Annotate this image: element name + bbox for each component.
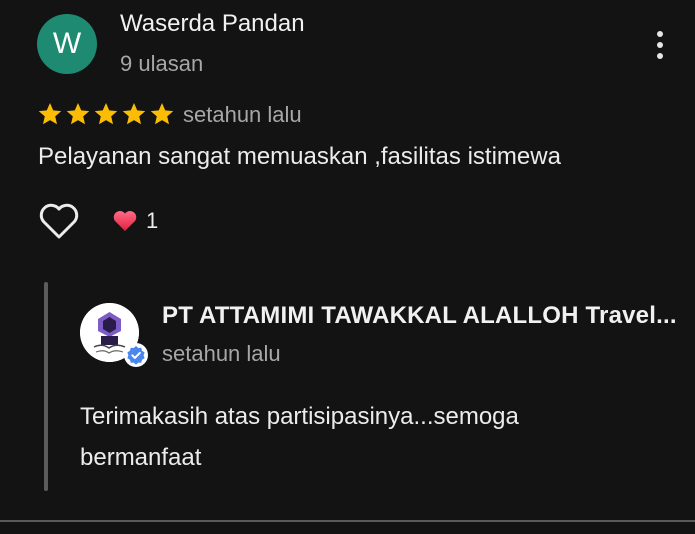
reviewer-name[interactable]: Waserda Pandan <box>120 10 305 38</box>
reaction-count: 1 <box>146 208 159 233</box>
heart-outline-icon <box>39 203 79 239</box>
owner-name[interactable]: PT ATTAMIMI TAWAKKAL ALALLOH Travel... <box>162 302 677 330</box>
reviewer-review-count: 9 ulasan <box>120 51 204 76</box>
heart-filled-icon <box>113 211 137 231</box>
reviewer-avatar[interactable]: W <box>37 14 97 74</box>
more-vertical-icon <box>657 31 663 37</box>
like-button[interactable] <box>38 201 80 241</box>
reply-text-line: Terimakasih atas partisipasinya...semoga <box>80 403 519 430</box>
more-vertical-icon-dot <box>657 42 663 48</box>
star-icon <box>38 102 62 125</box>
reviewer-avatar-letter: W <box>52 27 82 60</box>
star-icon <box>94 102 118 125</box>
star-icon <box>122 102 146 125</box>
verified-check-icon <box>127 346 145 365</box>
verified-badge <box>124 343 148 367</box>
reply-text-line: bermanfaat <box>80 444 202 471</box>
reply-text: Terimakasih atas partisipasinya...semoga… <box>80 396 600 478</box>
reply-indicator-bar <box>44 282 48 491</box>
star-icon <box>150 102 174 125</box>
bottom-divider <box>0 520 695 522</box>
more-vertical-icon-dot <box>657 53 663 59</box>
review-text: Pelayanan sangat memuaskan ,fasilitas is… <box>38 143 561 170</box>
more-options-button[interactable] <box>645 25 675 65</box>
review-date: setahun lalu <box>183 102 302 127</box>
star-icon <box>66 102 90 125</box>
star-rating <box>37 101 175 127</box>
reaction-summary[interactable]: 1 <box>112 208 158 234</box>
reply-date: setahun lalu <box>162 341 281 366</box>
